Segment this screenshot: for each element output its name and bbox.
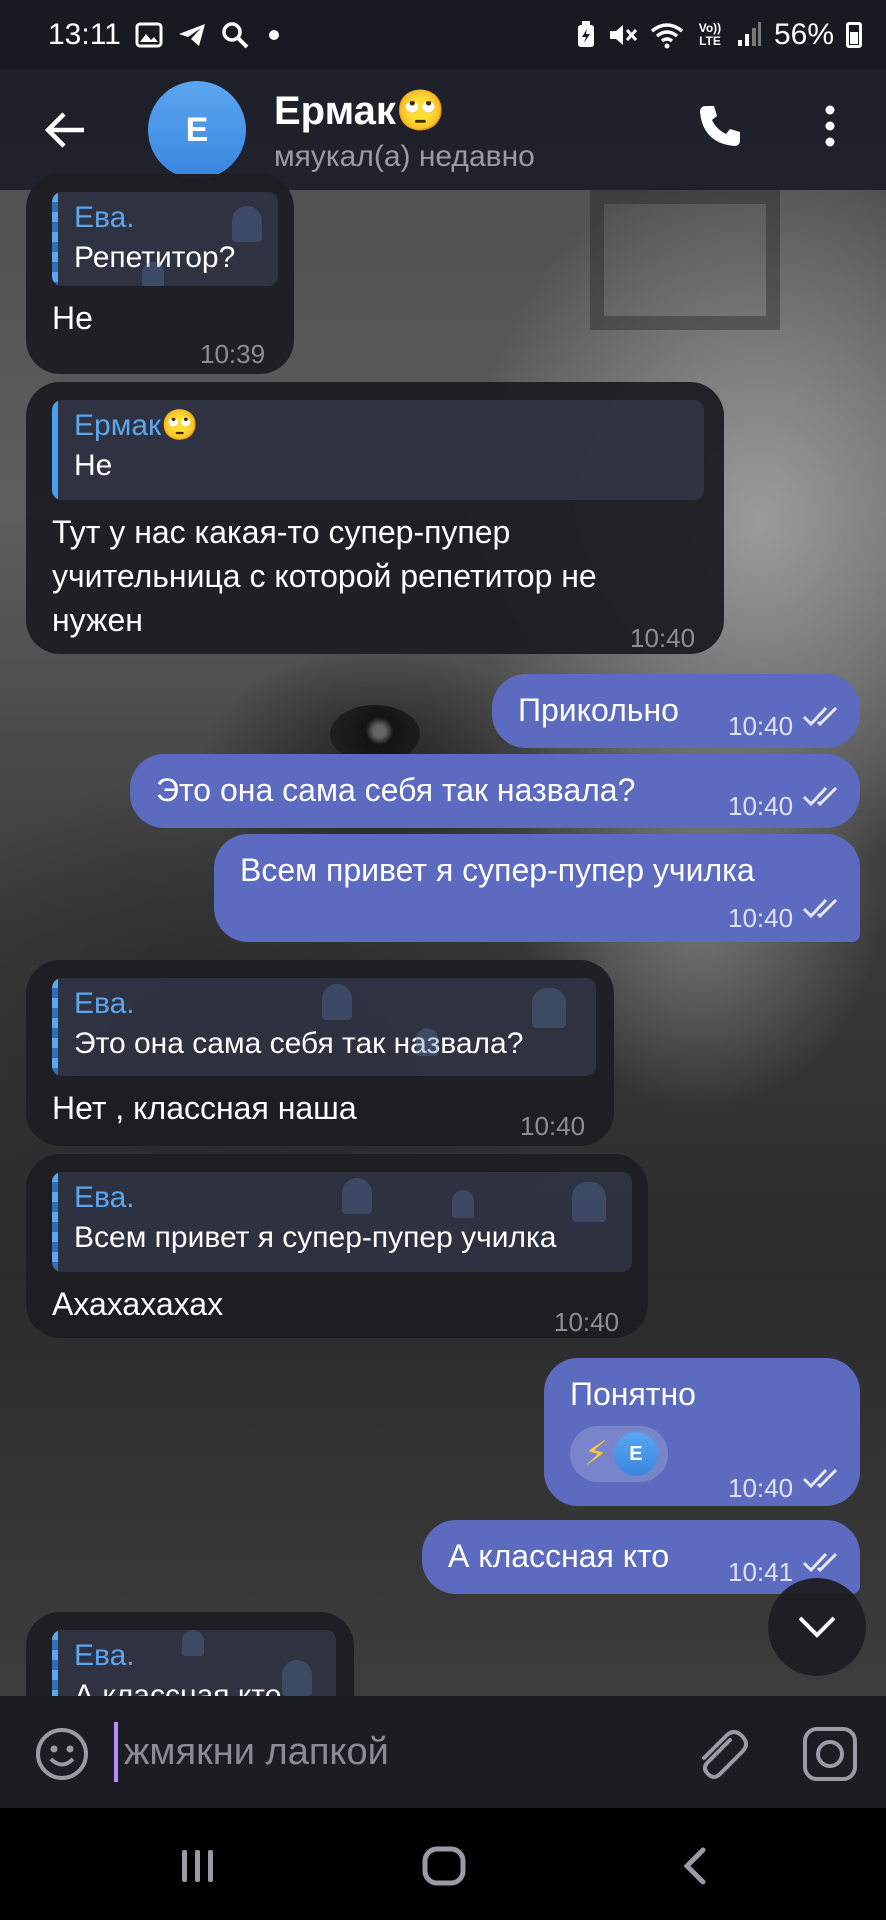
call-button[interactable]	[690, 96, 750, 156]
read-checks-icon	[802, 786, 838, 807]
back-chevron-icon	[683, 1847, 706, 1885]
signal-icon	[737, 22, 761, 46]
reply-quote[interactable]: Ева. Репетитор?	[52, 192, 278, 286]
home-button[interactable]	[404, 1836, 484, 1896]
message-outgoing[interactable]: Всем привет я супер-пупер училка 10:40	[214, 834, 860, 942]
reaction-avatar: E	[613, 1432, 658, 1476]
message-time: 10:39	[200, 339, 266, 369]
reply-quote[interactable]: Ермак🙄 Не	[52, 400, 704, 500]
message-outgoing[interactable]: Прикольно 10:40	[492, 674, 860, 748]
message-time: 10:40	[520, 1111, 586, 1141]
chat-header: E Ермак🙄 мяукал(а) недавно	[0, 70, 886, 190]
battery-level: 56%	[773, 18, 834, 51]
search-icon	[222, 22, 249, 49]
volte-icon: Vo)) LTE	[698, 21, 722, 48]
paperclip-icon[interactable]	[690, 1724, 750, 1784]
reaction-chip[interactable]: ⚡ E	[570, 1426, 668, 1482]
image-icon	[135, 22, 163, 48]
wallpaper-picture-frame	[590, 190, 780, 330]
read-checks-icon	[802, 1468, 838, 1489]
message-text: Тут у нас какая-то супер-пупер учительни…	[52, 514, 597, 638]
battery-icon	[846, 22, 862, 48]
message-time: 10:40	[728, 711, 794, 741]
message-incoming[interactable]: Ева. А классная кто	[26, 1612, 354, 1696]
home-icon	[422, 1846, 466, 1886]
message-time: 10:40	[554, 1307, 620, 1337]
message-incoming[interactable]: Ермак🙄 Не Тут у нас какая-то супер-пупер…	[26, 382, 724, 654]
message-input[interactable]	[114, 1722, 654, 1782]
message-text: Всем привет я супер-пупер училка	[240, 852, 755, 888]
reply-text: Всем привет я супер-пупер училка	[74, 1221, 557, 1254]
message-time: 10:40	[728, 1473, 794, 1503]
emoji-icon[interactable]	[34, 1726, 90, 1782]
phone-icon	[700, 106, 740, 146]
read-checks-icon	[802, 1552, 838, 1573]
message-incoming[interactable]: Ева. Всем привет я супер-пупер училка Ах…	[26, 1154, 648, 1338]
scroll-to-bottom-button[interactable]	[768, 1578, 866, 1676]
reply-quote[interactable]: Ева. Всем привет я супер-пупер училка	[52, 1172, 632, 1272]
read-checks-icon	[802, 706, 838, 727]
read-checks-icon	[802, 898, 838, 919]
message-time: 10:40	[728, 903, 794, 933]
chat-title-block[interactable]: Ермак🙄 мяукал(а) недавно	[274, 87, 535, 174]
message-incoming[interactable]: Ева. Репетитор? Не 10:39	[26, 174, 294, 374]
recent-apps-button[interactable]	[158, 1836, 238, 1896]
message-text: Понятно	[570, 1376, 696, 1412]
telegram-chat-screen: 13:11 Vo)) LTE 56% E Ермак🙄 мяукал(а) не…	[0, 0, 886, 1920]
arrow-left-icon	[44, 112, 84, 148]
message-time: 10:40	[728, 791, 794, 821]
back-button[interactable]	[16, 80, 116, 180]
recents-icon	[182, 1850, 213, 1882]
system-back-button[interactable]	[654, 1836, 734, 1896]
lightning-reaction-icon: ⚡	[584, 1435, 608, 1473]
message-time: 10:41	[728, 1557, 794, 1587]
chevron-down-icon	[798, 1616, 836, 1638]
status-bar: 13:11 Vo)) LTE 56%	[0, 0, 886, 70]
reply-author: Ермак🙄	[74, 409, 199, 442]
wifi-icon	[650, 23, 684, 49]
last-seen-status: мяукал(а) недавно	[274, 139, 535, 173]
chat-title: Ермак🙄	[274, 88, 446, 133]
reply-quote[interactable]: Ева. А классная кто	[52, 1630, 336, 1696]
dot-icon	[268, 30, 279, 40]
mute-icon	[609, 25, 638, 45]
reply-text: Не	[74, 449, 113, 482]
reply-quote[interactable]: Ева. Это она сама себя так назвала?	[52, 978, 596, 1076]
message-text: Нет , классная наша	[52, 1090, 357, 1126]
battery-saver-icon	[577, 21, 594, 47]
message-incoming[interactable]: Ева. Это она сама себя так назвала? Нет …	[26, 960, 614, 1146]
reply-text: Репетитор?	[74, 241, 236, 274]
message-time: 10:40	[630, 623, 696, 653]
reply-text: Это она сама себя так назвала?	[74, 1027, 524, 1060]
message-outgoing[interactable]: Это она сама себя так назвала? 10:40	[130, 754, 860, 828]
status-time: 13:11	[48, 18, 121, 51]
more-options-button[interactable]	[800, 96, 860, 156]
message-text: Ахахахахах	[52, 1286, 224, 1322]
telegram-icon	[178, 24, 205, 46]
system-navigation-bar	[0, 1808, 886, 1920]
message-composer	[0, 1696, 886, 1808]
more-vert-icon	[825, 105, 835, 147]
message-outgoing[interactable]: Понятно ⚡ E 10:40	[544, 1358, 860, 1506]
avatar[interactable]: E	[148, 81, 246, 179]
camera-icon[interactable]	[800, 1724, 860, 1784]
